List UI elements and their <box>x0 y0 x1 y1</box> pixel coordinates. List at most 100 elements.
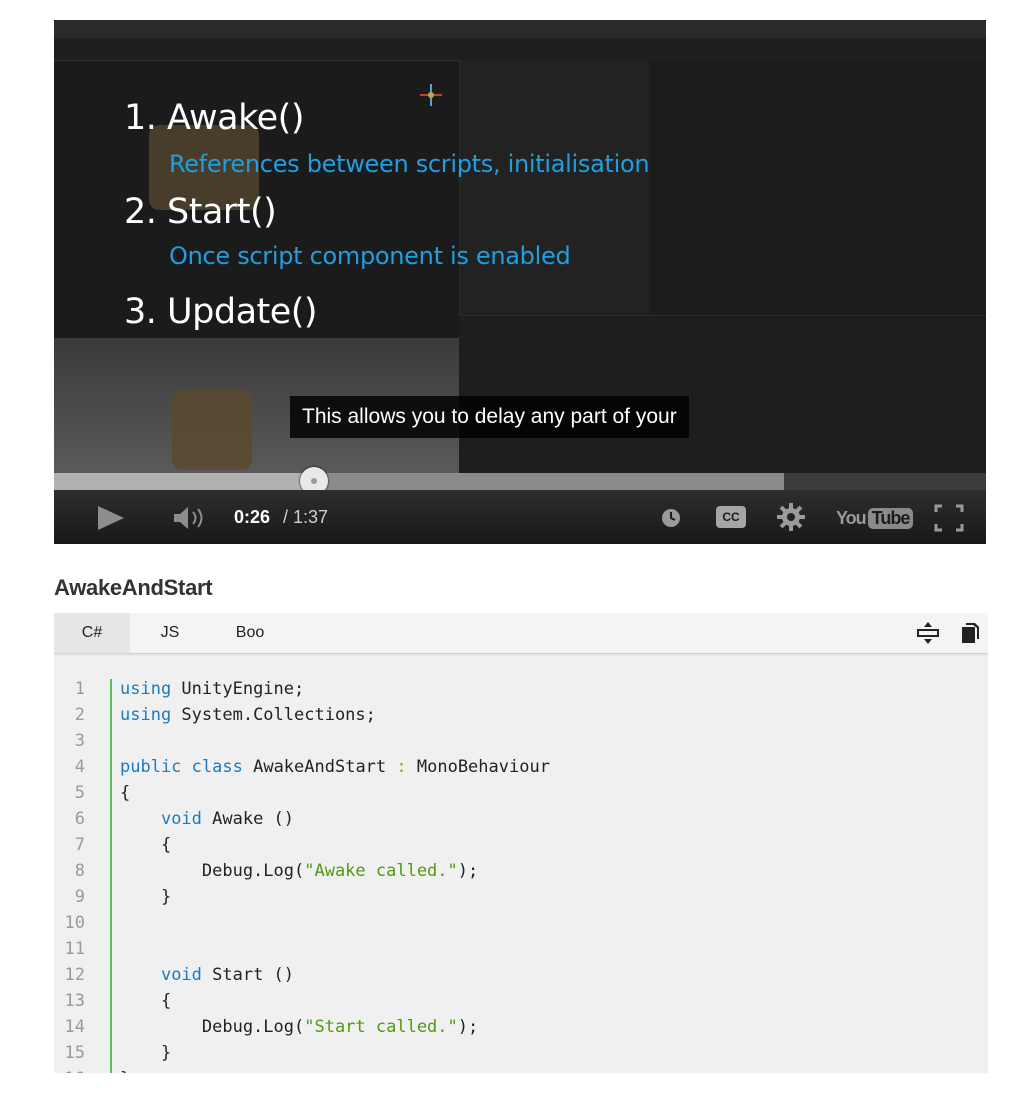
code-line: 11 <box>54 936 988 962</box>
youtube-logo[interactable]: You Tube <box>836 505 914 531</box>
code-token: } <box>120 1069 130 1073</box>
video-caption: This allows you to delay any part of you… <box>290 396 689 438</box>
code-token: { <box>120 991 172 1011</box>
tab-csharp[interactable]: C# <box>54 613 130 653</box>
code-viewer: C# JS Boo 1 using UnityEngine; 2 using Syst… <box>54 613 988 1073</box>
settings-gear-icon[interactable] <box>776 502 806 532</box>
code-text: Debug.Log("Awake called."); <box>120 858 478 884</box>
code-text: { <box>120 780 130 806</box>
tab-js[interactable]: JS <box>142 613 198 653</box>
editor-hierarchy-backdrop <box>459 60 650 315</box>
code-token: UnityEngine; <box>171 679 305 699</box>
line-number: 15 <box>64 1043 85 1063</box>
line-number: 16 <box>54 1066 85 1073</box>
fullscreen-icon[interactable] <box>934 504 964 532</box>
code-line: 4 public class AwakeAndStart : MonoBehavi… <box>54 754 988 780</box>
slide-heading-start: 2. Start() <box>124 192 277 232</box>
gizmo-icon <box>420 84 442 106</box>
code-token: System.Collections; <box>171 705 376 725</box>
line-number: 14 <box>64 1017 85 1037</box>
code-line: 10 <box>54 910 988 936</box>
code-line: 9 } <box>54 884 988 910</box>
code-text: public class AwakeAndStart : MonoBehavio… <box>120 754 550 780</box>
line-number: 8 <box>74 861 85 881</box>
editor-inspector-backdrop <box>649 60 986 315</box>
code-line: 15 } <box>54 1040 988 1066</box>
snippet-title: AwakeAndStart <box>54 575 213 600</box>
code-keyword: void <box>160 809 202 829</box>
line-number: 3 <box>74 731 85 751</box>
volume-icon[interactable] <box>172 505 212 531</box>
line-number: 11 <box>64 939 85 959</box>
line-number: 7 <box>74 835 85 855</box>
editor-toolbar-backdrop <box>54 38 986 61</box>
code-line: 16} <box>54 1066 988 1073</box>
code-text: using System.Collections; <box>120 702 376 728</box>
code-token: { <box>120 783 131 803</box>
youtube-logo-tube: Tube <box>867 507 914 529</box>
code-text: } <box>120 884 171 910</box>
code-line: 6 void Awake () <box>54 806 988 832</box>
code-line: 8 Debug.Log("Awake called."); <box>54 858 988 884</box>
code-text: { <box>120 988 171 1014</box>
youtube-logo-you: You <box>836 507 867 528</box>
slide-subtitle-start: Once script component is enabled <box>169 242 571 270</box>
tab-boo[interactable]: Boo <box>222 613 278 653</box>
code-keyword: void <box>160 965 202 985</box>
code-text: } <box>120 1066 130 1073</box>
video-player[interactable]: 1. Awake() References between scripts, i… <box>54 20 986 544</box>
code-keyword: class <box>191 757 243 777</box>
code-token: Debug.Log( <box>120 861 305 881</box>
code-keyword: using <box>120 705 172 725</box>
line-number: 6 <box>74 809 85 829</box>
code-keyword: public <box>120 757 182 777</box>
code-string: "Awake called." <box>304 861 458 881</box>
play-icon[interactable] <box>96 504 126 532</box>
line-number: 13 <box>64 991 85 1011</box>
code-token: MonoBehaviour <box>406 757 550 777</box>
code-token: Debug.Log( <box>120 1017 305 1037</box>
code-line: 2 using System.Collections; <box>54 702 988 728</box>
code-token: : <box>396 757 407 777</box>
control-bar: 0:26 / 1:37 CC You Tube <box>54 490 986 544</box>
code-string: "Start called." <box>304 1017 458 1037</box>
current-time: 0:26 <box>234 507 271 527</box>
closed-captions-button[interactable]: CC <box>716 506 746 528</box>
code-text: Debug.Log("Start called."); <box>120 1014 478 1040</box>
code-keyword: using <box>120 679 172 699</box>
code-token: ); <box>457 861 479 881</box>
code-text: using UnityEngine; <box>120 676 304 702</box>
code-token: ); <box>457 1017 479 1037</box>
line-number: 9 <box>74 887 85 907</box>
progress-played <box>54 473 315 490</box>
code-text: void Start () <box>120 962 294 988</box>
code-token: Awake () <box>201 809 295 829</box>
watch-later-icon[interactable] <box>660 507 682 529</box>
code-text: } <box>120 1040 171 1066</box>
code-line: 7 { <box>54 832 988 858</box>
code-line: 14 Debug.Log("Start called."); <box>54 1014 988 1040</box>
expand-icon[interactable] <box>916 621 940 645</box>
code-token: } <box>120 1043 172 1063</box>
line-number: 1 <box>74 679 85 699</box>
language-tabbar: C# JS Boo <box>54 613 988 654</box>
code-text: void Awake () <box>120 806 294 832</box>
code-token: { <box>120 835 172 855</box>
code-token: } <box>120 887 172 907</box>
code-line: 13 { <box>54 988 988 1014</box>
code-text: { <box>120 832 171 858</box>
copy-icon[interactable] <box>958 621 982 645</box>
code-token: Start () <box>201 965 295 985</box>
retro-monitor-image <box>172 390 252 470</box>
slide-subtitle-awake: References between scripts, initialisati… <box>169 150 650 178</box>
line-number: 2 <box>74 705 85 725</box>
code-token: AwakeAndStart <box>242 757 397 777</box>
total-duration: / 1:37 <box>283 507 329 527</box>
line-number: 10 <box>64 913 85 933</box>
slide-heading-awake: 1. Awake() <box>124 98 304 138</box>
code-line: 1 using UnityEngine; <box>54 676 988 702</box>
line-number: 12 <box>64 965 85 985</box>
